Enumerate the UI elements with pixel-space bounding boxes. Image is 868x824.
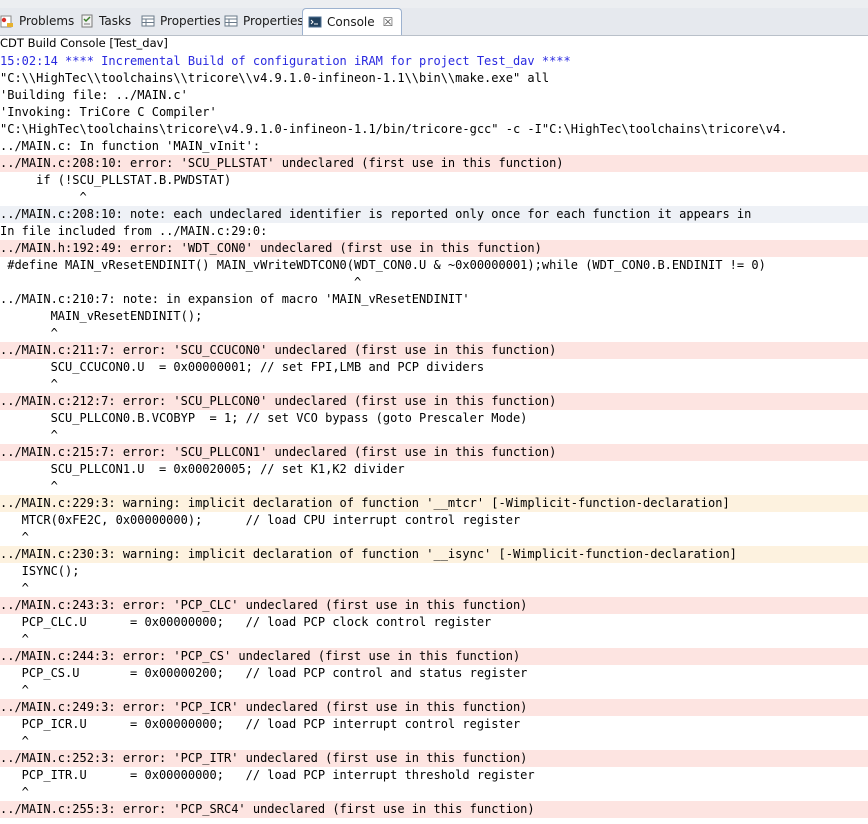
console-line: ../MAIN.c:215:7: error: 'SCU_PLLCON1' un… [0,444,868,461]
console-line: ^ [0,428,58,442]
console-line: "C:\\HighTec\\toolchains\\tricore\\v4.9.… [0,71,550,85]
console-line: In file included from ../MAIN.c:29:0: [0,224,268,238]
console-line: ../MAIN.c:212:7: error: 'SCU_PLLCON0' un… [0,393,868,410]
console-line: ^ [0,530,29,544]
console-line: ../MAIN.c:208:10: note: each undeclared … [0,206,868,223]
close-icon[interactable]: ☒ [383,15,394,29]
console-line: SCU_PLLCON0.B.VCOBYP = 1; // set VCO byp… [0,411,528,425]
console-line: ../MAIN.c:230:3: warning: implicit decla… [0,546,868,563]
console-line: SCU_CCUCON0.U = 0x00000001; // set FPI,L… [0,360,485,374]
tab-properties[interactable]: Properties [141,9,221,33]
tab-label: Console [327,15,375,29]
properties-icon [224,14,238,28]
console-line: ../MAIN.c:252:3: error: 'PCP_ITR' undecl… [0,750,868,767]
console-line: ^ [0,275,362,289]
tab-label: Properties [243,14,304,28]
console-line: "C:\HighTec\toolchains\tricore\v4.9.1.0-… [0,122,788,136]
console-line: ^ [0,581,29,595]
console-line: if (!SCU_PLLSTAT.B.PWDSTAT) [0,173,232,187]
console-line: ISYNC(); [0,564,80,578]
console-line: PCP_CS.U = 0x00000200; // load PCP contr… [0,666,528,680]
problems-icon [0,14,14,28]
console-line: PCP_ITR.U = 0x00000000; // load PCP inte… [0,768,535,782]
console-line: 'Invoking: TriCore C Compiler' [0,105,217,119]
console-line: 15:02:14 **** Incremental Build of confi… [0,54,571,68]
properties-icon [141,14,155,28]
console-line: ../MAIN.c:211:7: error: 'SCU_CCUCON0' un… [0,342,868,359]
console-line: ../MAIN.c:208:10: error: 'SCU_PLLSTAT' u… [0,155,868,172]
console-line: ../MAIN.c: In function 'MAIN_vInit': [0,139,261,153]
console-line: #define MAIN_vResetENDINIT() MAIN_vWrite… [0,258,766,272]
console-line: ^ [0,683,29,697]
tasks-icon [80,14,94,28]
console-line: ../MAIN.c:244:3: error: 'PCP_CS' undecla… [0,648,868,665]
console-line: PCP_CLC.U = 0x00000000; // load PCP cloc… [0,615,492,629]
console-line: MTCR(0xFE2C, 0x00000000); // load CPU in… [0,513,521,527]
view-tab-bar: Problems Tasks Properties Properties Con… [0,0,868,36]
console-line: ^ [0,326,58,340]
console-line: PCP_ICR.U = 0x00000000; // load PCP inte… [0,717,521,731]
console-line: ../MAIN.c:243:3: error: 'PCP_CLC' undecl… [0,597,868,614]
console-line: ^ [0,785,29,799]
tab-console[interactable]: Console ☒ [302,8,403,35]
tab-label: Tasks [99,14,132,28]
console-output[interactable]: 15:02:14 **** Incremental Build of confi… [0,53,868,824]
console-line: ^ [0,377,58,391]
tab-label: Properties [160,14,221,28]
console-title: CDT Build Console [Test_dav] [0,36,168,50]
tab-tasks[interactable]: Tasks [80,9,131,33]
tab-problems[interactable]: Problems [0,9,74,33]
console-line: ^ [0,190,87,204]
console-line: 'Building file: ../MAIN.c' [0,88,188,102]
tab-bar-strip [0,0,868,8]
tab-label: Problems [19,14,75,28]
console-icon [308,15,322,29]
console-line: ../MAIN.c:255:3: error: 'PCP_SRC4' undec… [0,801,868,818]
console-line: ../MAIN.c:210:7: note: in expansion of m… [0,292,470,306]
console-line: MAIN_vResetENDINIT(); [0,309,203,323]
console-line: ^ [0,479,58,493]
console-line: ../MAIN.c:249:3: error: 'PCP_ICR' undecl… [0,699,868,716]
console-line: ../MAIN.h:192:49: error: 'WDT_CON0' unde… [0,240,868,257]
tab-properties-2[interactable]: Properties [224,9,304,33]
console-line: ^ [0,632,29,646]
console-line: SCU_PLLCON1.U = 0x00020005; // set K1,K2… [0,462,405,476]
console-line: ^ [0,734,29,748]
console-line: ../MAIN.c:229:3: warning: implicit decla… [0,495,868,512]
